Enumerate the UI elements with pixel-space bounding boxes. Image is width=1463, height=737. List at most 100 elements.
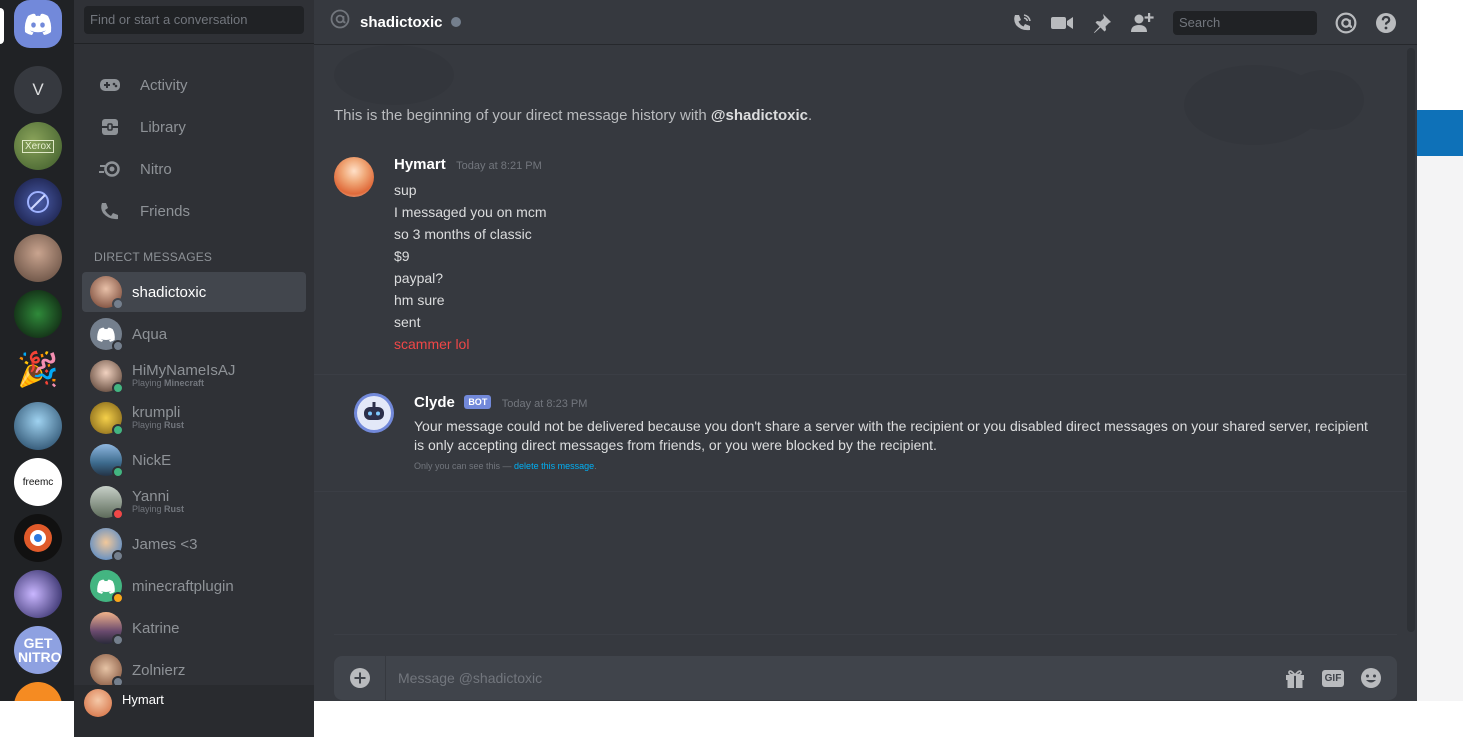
message-author[interactable]: Clyde (414, 394, 455, 411)
server-10[interactable] (14, 570, 62, 618)
status-online-dot (112, 382, 124, 394)
current-user-name: Hymart (122, 692, 164, 707)
dm-item-aqua[interactable]: Aqua (82, 314, 306, 354)
server-6[interactable]: 🎉 (14, 346, 62, 394)
dm-name: HiMyNameIsAJ (132, 362, 236, 379)
server-3[interactable] (14, 178, 62, 226)
get-nitro-button[interactable]: GET NITRO (14, 626, 62, 674)
dm-name: James <3 (132, 535, 198, 553)
server-4[interactable] (14, 234, 62, 282)
find-conversation-button[interactable]: Find or start a conversation (84, 6, 304, 34)
avatar (90, 276, 124, 310)
nav-activity[interactable]: Activity (82, 64, 306, 106)
nav-library[interactable]: Library (82, 106, 306, 148)
library-icon (98, 115, 122, 139)
nitro-icon (98, 157, 122, 181)
status-online-dot (112, 424, 124, 436)
dm-item-james[interactable]: James <3 (82, 524, 306, 564)
status-idle-dot (112, 592, 124, 604)
avatar (90, 444, 124, 478)
status-offline-dot (450, 17, 461, 27)
dm-item-zolnierz[interactable]: Zolnierz (82, 650, 306, 690)
mention-icon (1335, 12, 1357, 33)
message-input[interactable] (386, 656, 1282, 700)
dm-history-start: This is the beginning of your direct mes… (334, 107, 813, 124)
emoji-button[interactable] (1358, 665, 1384, 691)
status-online-dot (112, 466, 124, 478)
discord-default-avatar-icon (97, 579, 115, 594)
dm-item-himynameisaj[interactable]: HiMyNameIsAJ Playing Minecraft (82, 356, 306, 396)
clyde-bot-icon (357, 396, 391, 430)
friends-icon (98, 199, 122, 223)
background-window (1417, 0, 1463, 701)
message-search-input[interactable] (1179, 15, 1355, 30)
message-author[interactable]: Hymart (394, 156, 446, 173)
avatar[interactable] (334, 157, 374, 197)
nav-nitro[interactable]: Nitro (82, 148, 306, 190)
current-user-avatar[interactable] (84, 689, 112, 717)
server-list: V Xerox 🎉 freemc GET NITRO (0, 0, 74, 701)
dm-name: minecraftplugin (132, 577, 234, 595)
video-camera-icon (1051, 16, 1073, 29)
plus-circle-icon (349, 668, 370, 688)
bot-badge: BOT (464, 395, 492, 409)
mentions-button[interactable] (1333, 10, 1359, 36)
video-call-button[interactable] (1049, 10, 1075, 36)
pinned-messages-button[interactable] (1089, 10, 1115, 36)
gif-button[interactable]: GIF (1319, 665, 1347, 691)
message-divider (314, 374, 1406, 375)
message-line: $9 (394, 248, 410, 264)
server-xerox[interactable]: Xerox (14, 122, 62, 170)
server-7[interactable] (14, 402, 62, 450)
direct-messages-header: DIRECT MESSAGES (94, 250, 213, 264)
server-12[interactable] (14, 682, 62, 701)
message-scrollbar[interactable] (1407, 48, 1415, 632)
server-5[interactable] (14, 290, 62, 338)
message-timestamp: Today at 8:21 PM (456, 160, 542, 172)
clyde-avatar[interactable] (354, 393, 394, 433)
add-user-icon (1131, 12, 1154, 32)
status-offline-dot (112, 340, 124, 352)
at-sign-icon (330, 9, 350, 35)
message-divider (314, 491, 1406, 492)
message-timestamp: Today at 8:23 PM (501, 398, 588, 410)
nav-library-label: Library (140, 118, 186, 136)
dm-item-yanni[interactable]: Yanni Playing Rust (82, 482, 306, 522)
nav-nitro-label: Nitro (140, 160, 172, 178)
dm-item-katrine[interactable]: Katrine (82, 608, 306, 648)
dm-item-shadictoxic[interactable]: shadictoxic (82, 272, 306, 312)
home-button[interactable] (14, 0, 62, 48)
message-search-box (1173, 10, 1355, 35)
upload-button[interactable] (334, 656, 386, 700)
gift-icon (1286, 670, 1304, 688)
dm-item-krumpli[interactable]: krumpli Playing Rust (82, 398, 306, 438)
server-freemc[interactable]: freemc (14, 458, 62, 506)
avatar (90, 612, 124, 646)
avatar (90, 528, 124, 562)
pin-icon (1094, 13, 1111, 33)
message-body: sup I messaged you on mcm so 3 months of… (394, 179, 547, 355)
dm-name: Aqua (132, 325, 168, 343)
message-body: Your message could not be delivered beca… (414, 417, 1374, 471)
message-line: hm sure (394, 292, 445, 308)
help-button[interactable] (1373, 10, 1399, 36)
nav-friends[interactable]: Friends (82, 190, 306, 232)
avatar (90, 402, 124, 436)
server-9[interactable] (14, 514, 62, 562)
server-9-icon (24, 524, 52, 552)
dm-activity: Playing Rust (132, 420, 185, 430)
dm-name: krumpli (132, 404, 181, 421)
gift-button[interactable] (1282, 665, 1308, 691)
message-line: I messaged you on mcm (394, 204, 547, 220)
dm-item-nicke[interactable]: NickE (82, 440, 306, 480)
dm-item-minecraftplugin[interactable]: minecraftplugin (82, 566, 306, 606)
avatar (90, 486, 124, 520)
message-line: sup (394, 182, 417, 198)
add-friend-to-dm-button[interactable] (1129, 10, 1155, 36)
delete-message-link[interactable]: delete this message (514, 461, 594, 471)
server-v[interactable]: V (14, 66, 62, 114)
status-offline-dot (112, 298, 124, 310)
discord-default-avatar-icon (97, 327, 115, 342)
server-3-icon (27, 191, 49, 213)
voice-call-button[interactable] (1009, 10, 1035, 36)
